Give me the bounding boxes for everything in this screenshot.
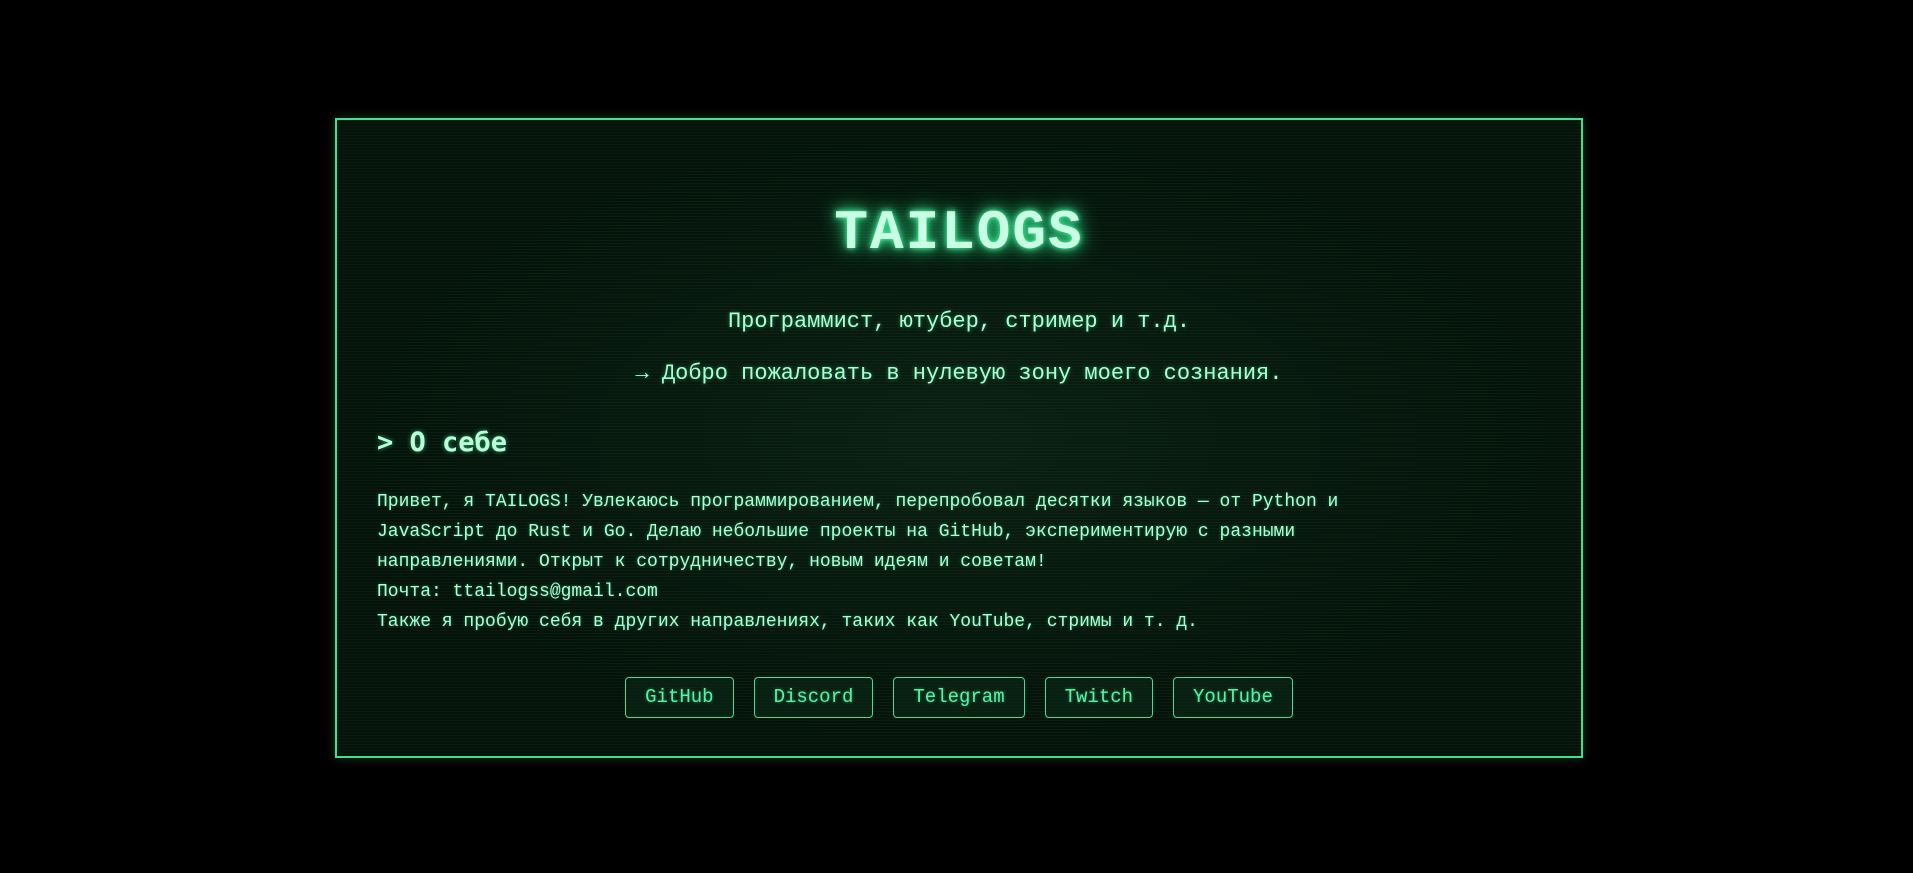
twitch-link-button[interactable]: Twitch (1044, 677, 1154, 718)
discord-link-button[interactable]: Discord (753, 677, 874, 718)
github-link-button[interactable]: GitHub (625, 677, 734, 718)
about-heading: > О себе (377, 427, 508, 458)
about-email: Почта: ttailogss@gmail.com (377, 582, 658, 602)
about-other: Также я пробую себя в других направления… (377, 612, 1198, 632)
about-intro-line-2: JavaScript до Rust и Go. Делаю небольшие… (377, 522, 1296, 542)
about-text: Привет, я TAILOGS! Увлекаюсь программиро… (377, 487, 1537, 637)
social-links: GitHub Discord Telegram Twitch YouTube (337, 677, 1581, 718)
page-title: TAILOGS (834, 201, 1084, 265)
subtitle: Программист, ютубер, стример и т.д. (727, 309, 1191, 334)
about-intro-line-1: Привет, я TAILOGS! Увлекаюсь программиро… (377, 492, 1339, 512)
terminal-panel: TAILOGS Программист, ютубер, стример и т… (335, 118, 1583, 758)
telegram-link-button[interactable]: Telegram (893, 677, 1025, 718)
youtube-link-button[interactable]: YouTube (1173, 677, 1293, 718)
welcome-message: → Добро пожаловать в нулевую зону моего … (635, 361, 1283, 386)
about-intro-line-3: направлениями. Открыт к сотрудничеству, … (377, 552, 1047, 572)
